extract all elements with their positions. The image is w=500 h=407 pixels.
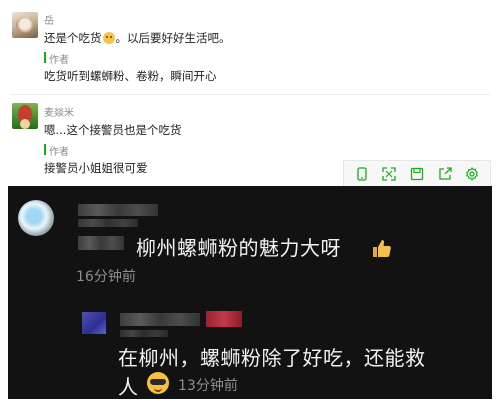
blurred-avatar <box>18 200 54 236</box>
comment-text-part: 还是个吃货 <box>44 31 102 45</box>
settings-button[interactable] <box>463 165 481 183</box>
thumbs-up-emoji-icon <box>373 240 391 257</box>
sunglasses-emoji-icon <box>147 372 169 394</box>
embedded-comment-text: 在柳州，螺蛳粉除了好吃，还能救 <box>118 346 426 370</box>
author-reply-marker <box>44 52 46 63</box>
save-icon <box>410 167 424 180</box>
grinning-face-emoji-icon <box>102 32 115 44</box>
comment-text-part: 。以后要好好生活吧。 <box>115 31 231 45</box>
blurred-username <box>78 204 158 216</box>
blurred-badge <box>206 311 242 327</box>
blurred-username <box>120 330 168 337</box>
avatar[interactable] <box>12 103 38 129</box>
image-toolbar <box>343 160 491 187</box>
author-reply-text: 吃货听到螺蛳粉、卷粉，瞬间开心 <box>44 69 217 83</box>
embedded-comment-text: 人 <box>118 375 139 399</box>
blurred-username <box>78 236 124 250</box>
author-tag: 作者 <box>49 147 69 158</box>
blurred-username <box>120 313 200 326</box>
blurred-username <box>78 219 138 227</box>
phone-icon <box>357 166 367 181</box>
embedded-comment-time: 16分钟前 <box>76 269 136 285</box>
divider <box>10 94 490 95</box>
phone-button[interactable] <box>353 165 371 183</box>
embedded-comment-time: 13分钟前 <box>178 378 238 394</box>
embedded-screenshot-image[interactable]: 柳州螺蛳粉的魅力大呀 16分钟前 在柳州，螺蛳粉除了好吃，还能救 人 13分钟前 <box>8 186 492 399</box>
comment-text: 还是个吃货 。以后要好好生活吧。 <box>44 30 231 46</box>
comment-username[interactable]: 岳 <box>44 12 54 27</box>
save-button[interactable] <box>408 165 426 183</box>
avatar[interactable] <box>12 12 38 38</box>
expand-icon <box>382 166 397 181</box>
expand-button[interactable] <box>380 165 398 183</box>
embedded-comment-text: 柳州螺蛳粉的魅力大呀 <box>136 236 341 260</box>
author-tag: 作者 <box>49 55 69 66</box>
share-button[interactable] <box>436 165 454 183</box>
author-reply-text: 接警员小姐姐很可爱 <box>44 161 148 175</box>
settings-icon <box>466 166 479 181</box>
author-reply-marker <box>44 144 46 155</box>
blurred-avatar <box>82 312 106 334</box>
comment-text: 嗯...这个接警员也是个吃货 <box>44 123 182 137</box>
share-icon <box>438 166 452 180</box>
comment-username[interactable]: 麦燚米 <box>44 104 74 119</box>
